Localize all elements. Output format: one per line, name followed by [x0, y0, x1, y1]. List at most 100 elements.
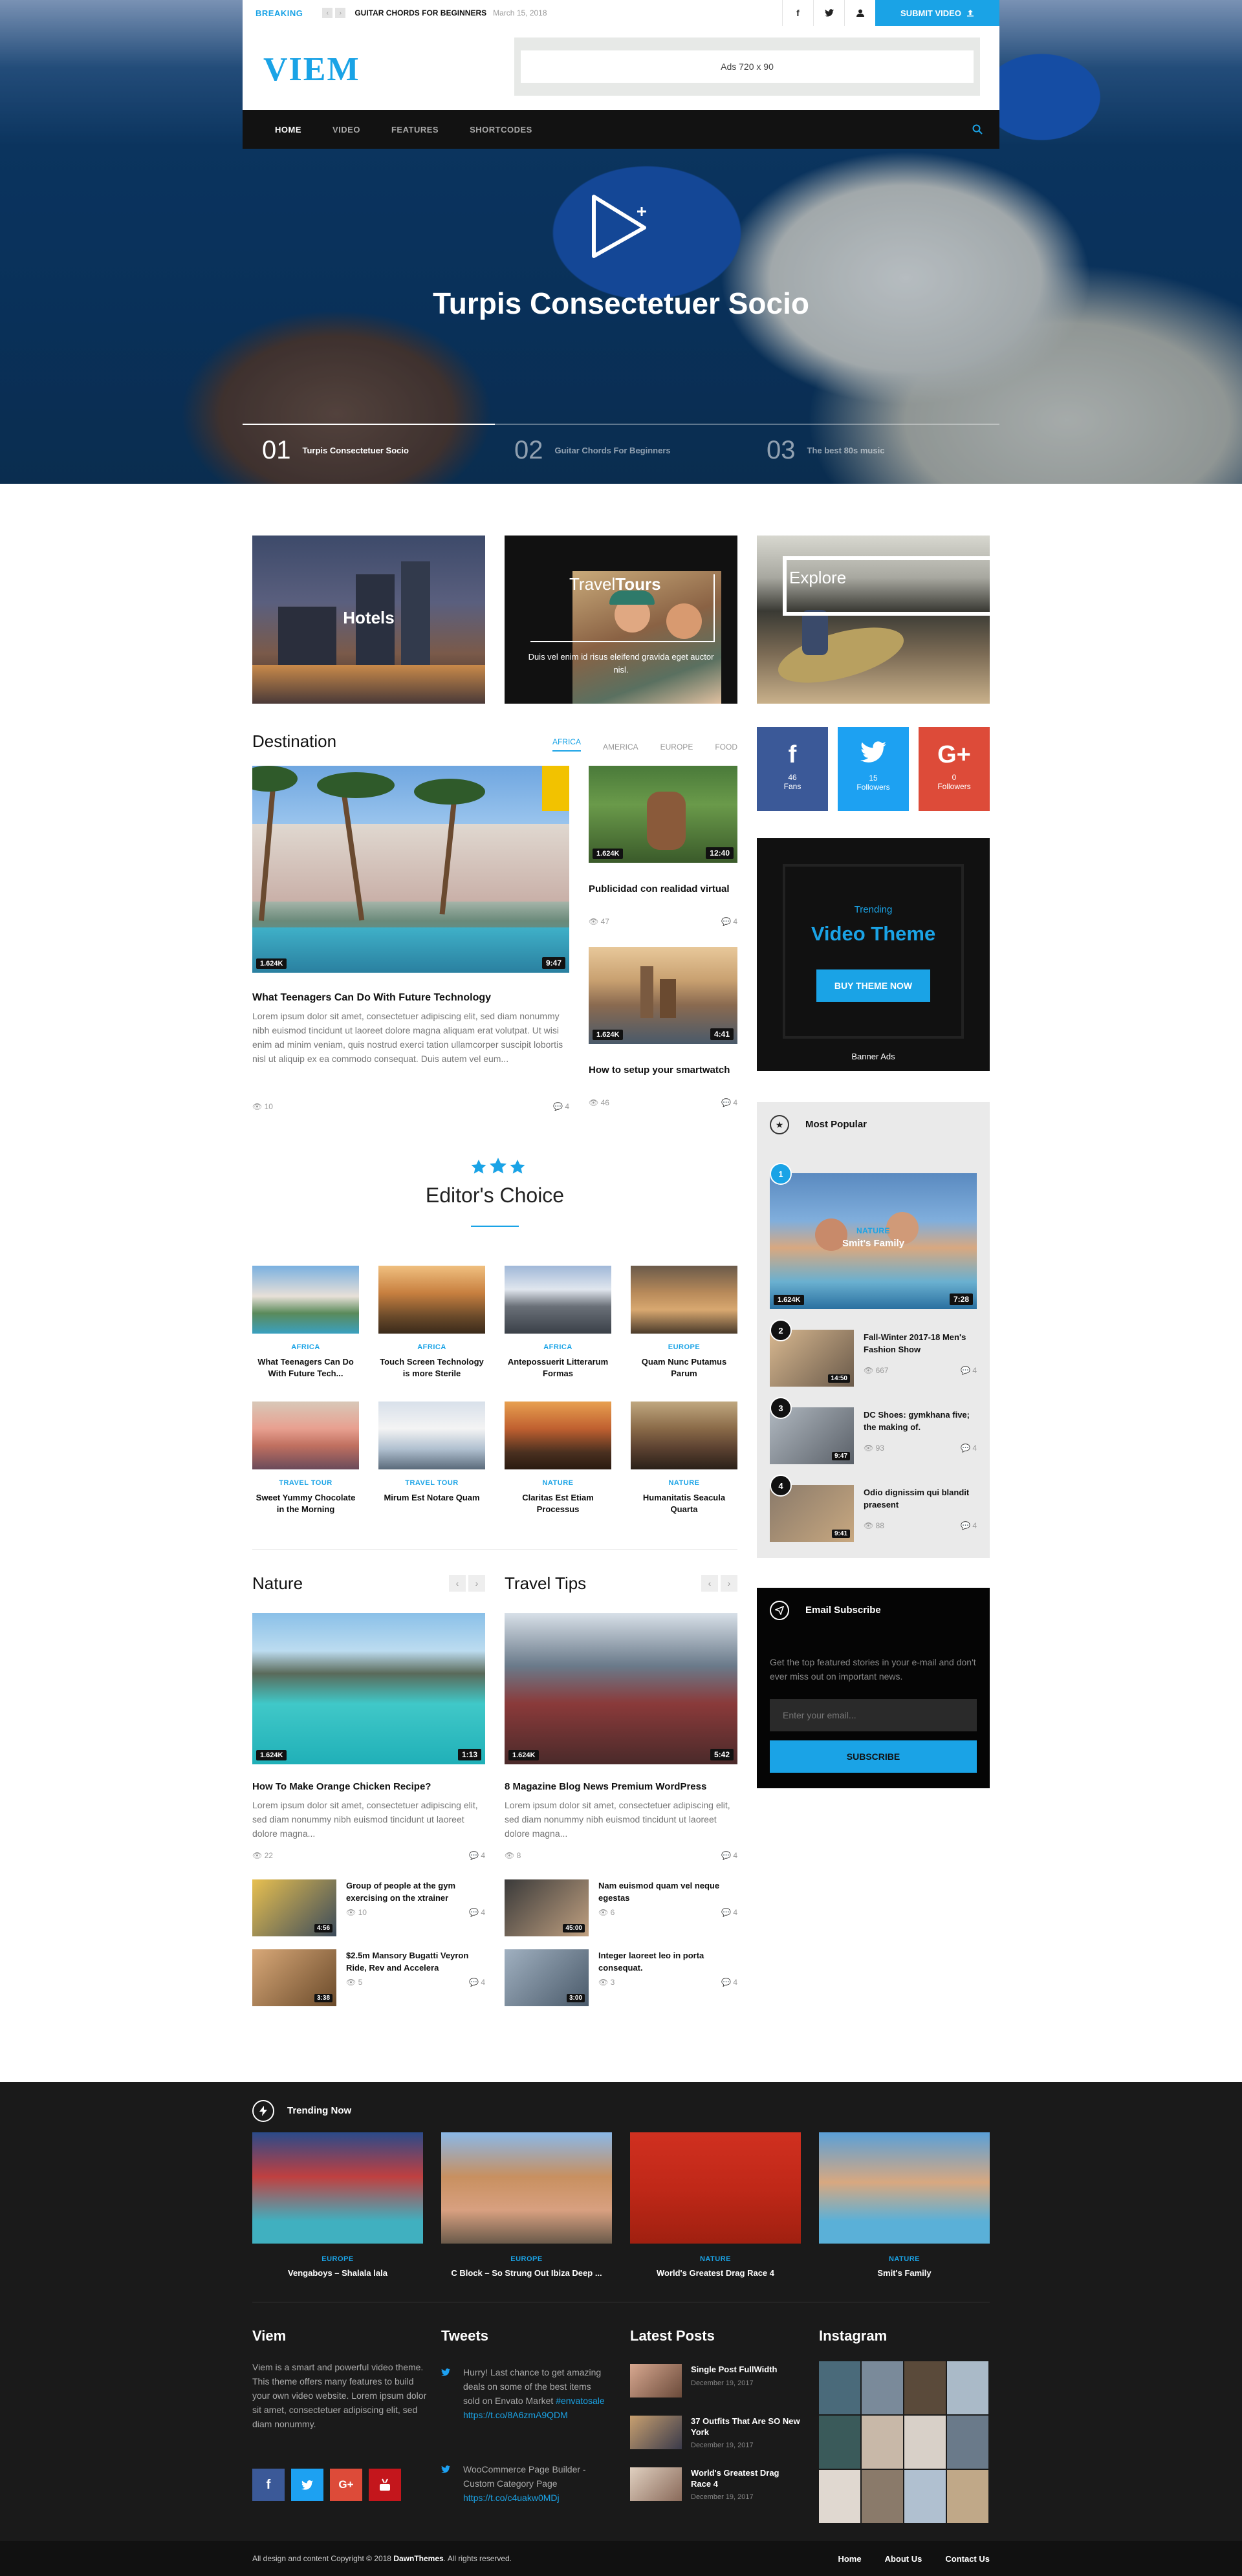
- article-title[interactable]: Publicidad con realidad virtual: [589, 882, 737, 896]
- filter-europe[interactable]: EUROPE: [660, 742, 693, 752]
- latest-post-item[interactable]: 37 Outfits That Are SO New York December …: [630, 2416, 805, 2454]
- google-plus-counter[interactable]: G+ 0 Followers: [919, 727, 990, 811]
- buy-theme-button[interactable]: BUY THEME NOW: [816, 969, 930, 1002]
- instagram-photo[interactable]: [862, 2416, 903, 2469]
- video-thumb[interactable]: 1.624K 1:13: [252, 1613, 485, 1764]
- chevron-left-icon[interactable]: ‹: [449, 1575, 466, 1592]
- facebook-icon[interactable]: f: [782, 0, 813, 26]
- chevron-left-icon[interactable]: ‹: [322, 8, 333, 18]
- article-title[interactable]: 8 Magazine Blog News Premium WordPress: [505, 1781, 737, 1792]
- chevron-left-icon[interactable]: ‹: [701, 1575, 718, 1592]
- instagram-photo[interactable]: [947, 2470, 988, 2523]
- video-thumb[interactable]: 1.624K 12:40: [589, 766, 737, 863]
- video-duration: 14:50: [828, 1374, 850, 1383]
- follower-count: 0: [952, 773, 957, 782]
- footer-link-contact[interactable]: Contact Us: [945, 2554, 990, 2564]
- instagram-photo[interactable]: [819, 2361, 860, 2414]
- hero-slide-tab[interactable]: 03 The best 80s music: [747, 424, 999, 475]
- category-card-hotels[interactable]: Hotels: [252, 536, 485, 704]
- tweet-link[interactable]: https://t.co/c4uakw0MDj: [463, 2493, 560, 2503]
- trending-item[interactable]: NATURE Smit's Family: [819, 2132, 990, 2288]
- breaking-news-link[interactable]: GUITAR CHORDS FOR BEGINNERS: [354, 8, 486, 17]
- user-icon[interactable]: [844, 0, 875, 26]
- editor-pick-item[interactable]: AFRICA Antepossuerit Litterarum Formas: [505, 1266, 611, 1389]
- trending-item[interactable]: NATURE World's Greatest Drag Race 4: [630, 2132, 801, 2288]
- twitter-icon[interactable]: [813, 0, 844, 26]
- filter-america[interactable]: AMERICA: [603, 742, 638, 752]
- instagram-photo[interactable]: [862, 2361, 903, 2414]
- editor-pick-item[interactable]: TRAVEL TOUR Sweet Yummy Chocolate in the …: [252, 1402, 359, 1524]
- editor-pick-item[interactable]: NATURE Claritas Est Etiam Processus: [505, 1402, 611, 1524]
- latest-post-item[interactable]: World's Greatest Drag Race 4 December 19,…: [630, 2467, 805, 2506]
- email-input[interactable]: [770, 1699, 977, 1731]
- video-thumb[interactable]: 1.624K 5:42: [505, 1613, 737, 1764]
- category-description: Duis vel enim id risus eleifend gravida …: [528, 652, 714, 675]
- footer-link-home[interactable]: Home: [838, 2554, 861, 2564]
- category-tag: NATURE: [856, 1226, 891, 1235]
- chevron-right-icon[interactable]: ›: [335, 8, 346, 18]
- banner-small-text: Trending: [854, 904, 893, 915]
- site-logo[interactable]: VIEM: [263, 50, 360, 89]
- play-icon[interactable]: [589, 194, 653, 262]
- article-title[interactable]: What Teenagers Can Do With Future Techno…: [252, 992, 569, 1004]
- instagram-photo[interactable]: [819, 2416, 860, 2469]
- sidebar-banner-ad[interactable]: Trending Video Theme BUY THEME NOW Banne…: [757, 838, 990, 1071]
- category-card-travel-tours[interactable]: TravelTours Duis vel enim id risus eleif…: [505, 536, 737, 704]
- instagram-photo[interactable]: [904, 2416, 946, 2469]
- list-item[interactable]: 4:56 Group of people at the gym exercisin…: [252, 1879, 485, 1936]
- filter-food[interactable]: FOOD: [715, 742, 737, 752]
- youtube-icon[interactable]: [369, 2469, 401, 2501]
- article-title[interactable]: How To Make Orange Chicken Recipe?: [252, 1781, 485, 1792]
- editor-pick-item[interactable]: NATURE Humanitatis Seacula Quarta: [631, 1402, 737, 1524]
- video-duration: 5:42: [710, 1749, 734, 1760]
- editor-pick-item[interactable]: EUROPE Quam Nunc Putamus Parum: [631, 1266, 737, 1389]
- search-icon[interactable]: [972, 124, 983, 135]
- editor-pick-item[interactable]: AFRICA What Teenagers Can Do With Future …: [252, 1266, 359, 1389]
- nav-home[interactable]: HOME: [275, 125, 301, 135]
- facebook-icon[interactable]: f: [252, 2469, 285, 2501]
- instagram-photo[interactable]: [904, 2470, 946, 2523]
- instagram-photo[interactable]: [819, 2470, 860, 2523]
- copyright-bar: All design and content Copyright © 2018 …: [0, 2541, 1242, 2576]
- facebook-counter[interactable]: f 46 Fans: [757, 727, 828, 811]
- trending-item[interactable]: EUROPE C Block – So Strung Out Ibiza Deep…: [441, 2132, 612, 2288]
- twitter-counter[interactable]: 15 Followers: [838, 727, 909, 811]
- tweet-link[interactable]: https://t.co/8A6zmA9QDM: [463, 2410, 568, 2420]
- list-item[interactable]: 45:00 Nam euismod quam vel neque egestas 👁…: [505, 1879, 737, 1936]
- hero-slide-tab[interactable]: 02 Guitar Chords For Beginners: [495, 424, 747, 475]
- tweet-hashtag[interactable]: #envatosale: [556, 2396, 605, 2406]
- nav-shortcodes[interactable]: SHORTCODES: [470, 125, 532, 135]
- trending-item[interactable]: EUROPE Vengaboys – Shalala lala: [252, 2132, 423, 2288]
- instagram-photo[interactable]: [862, 2470, 903, 2523]
- popular-item[interactable]: 9:41 4 Odio dignissim qui blandit praesent…: [770, 1475, 977, 1542]
- popular-item[interactable]: 14:50 2 Fall-Winter 2017-18 Men's Fashion …: [770, 1319, 977, 1387]
- list-item[interactable]: 3:38 $2.5m Mansory Bugatti Veyron Ride, R…: [252, 1949, 485, 2006]
- editor-pick-item[interactable]: TRAVEL TOUR Mirum Est Notare Quam: [378, 1402, 485, 1524]
- nav-features[interactable]: FEATURES: [391, 125, 439, 135]
- chevron-right-icon[interactable]: ›: [468, 1575, 485, 1592]
- instagram-photo[interactable]: [947, 2361, 988, 2414]
- view-count-value: 46: [600, 1098, 609, 1107]
- list-item[interactable]: 3:00 Integer laoreet leo in porta consequ…: [505, 1949, 737, 2006]
- category-card-explore[interactable]: Explore: [757, 536, 996, 704]
- chevron-right-icon[interactable]: ›: [721, 1575, 737, 1592]
- subscribe-button[interactable]: SUBSCRIBE: [770, 1740, 977, 1773]
- twitter-icon[interactable]: [291, 2469, 323, 2501]
- latest-post-item[interactable]: Single Post FullWidth December 19, 2017: [630, 2364, 805, 2403]
- instagram-photo[interactable]: [947, 2416, 988, 2469]
- article-title[interactable]: How to setup your smartwatch: [589, 1063, 737, 1077]
- google-plus-icon[interactable]: G+: [330, 2469, 362, 2501]
- featured-video-thumb[interactable]: 1.624K 9:47: [252, 766, 569, 973]
- header-ad-banner[interactable]: Ads 720 x 90: [514, 38, 980, 96]
- hero-slide-tab[interactable]: 01 Turpis Consectetuer Socio: [243, 424, 495, 475]
- nav-video[interactable]: VIDEO: [332, 125, 360, 135]
- instagram-photo[interactable]: [904, 2361, 946, 2414]
- category-title: TravelTours: [569, 574, 661, 594]
- popular-featured-thumb[interactable]: NATURE Smit's Family 1.624K 7:28: [770, 1173, 977, 1309]
- submit-video-button[interactable]: SUBMIT VIDEO: [875, 0, 999, 26]
- popular-item[interactable]: 9:47 3 DC Shoes: gymkhana five; the making…: [770, 1397, 977, 1464]
- footer-link-about[interactable]: About Us: [885, 2554, 922, 2564]
- video-thumb[interactable]: 1.624K 4:41: [589, 947, 737, 1044]
- filter-africa[interactable]: AFRICA: [552, 737, 581, 752]
- editor-pick-item[interactable]: AFRICA Touch Screen Technology is more St…: [378, 1266, 485, 1389]
